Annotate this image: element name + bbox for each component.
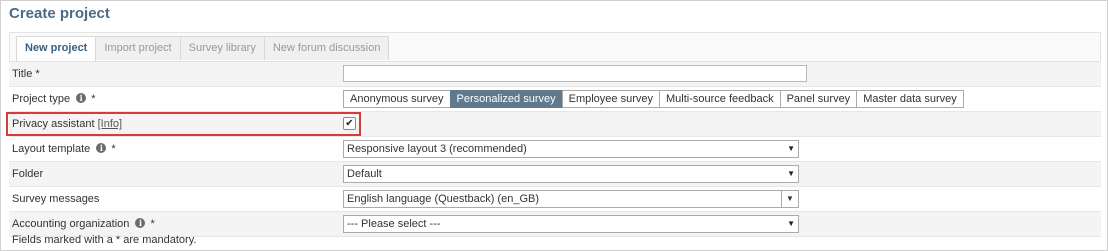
- title-label: Title *: [12, 68, 40, 80]
- title-input[interactable]: [343, 65, 807, 82]
- tabs: New project Import project Survey librar…: [16, 36, 390, 61]
- privacy-assistant-label-wrap: Privacy assistant [Info]: [12, 112, 122, 136]
- chevron-down-icon: ▼: [787, 144, 795, 153]
- tab-new-project[interactable]: New project: [16, 36, 97, 61]
- required-marker: *: [111, 143, 116, 155]
- tab-new-forum-discussion[interactable]: New forum discussion: [264, 36, 390, 60]
- required-marker: *: [91, 93, 96, 105]
- accounting-organization-label-wrap: Accounting organization i *: [12, 212, 155, 236]
- privacy-info-link[interactable]: [Info]: [98, 118, 122, 130]
- privacy-assistant-row: Privacy assistant [Info] ✔: [9, 112, 1101, 137]
- tab-survey-library[interactable]: Survey library: [180, 36, 265, 60]
- accounting-organization-label: Accounting organization: [12, 218, 130, 230]
- project-form: Title * Project type i * Anonymous surve…: [9, 62, 1101, 237]
- survey-messages-row: Survey messages English language (Questb…: [9, 187, 1101, 212]
- folder-label: Folder: [12, 168, 44, 180]
- folder-row: Folder Default ▼: [9, 162, 1101, 187]
- project-type-master-data-survey[interactable]: Master data survey: [856, 90, 964, 108]
- project-type-label: Project type: [12, 93, 71, 105]
- accounting-organization-select[interactable]: --- Please select --- ▼: [343, 215, 799, 233]
- chevron-down-icon[interactable]: ▼: [781, 191, 798, 207]
- project-type-label-wrap: Project type i *: [12, 87, 96, 111]
- folder-select[interactable]: Default ▼: [343, 165, 799, 183]
- privacy-assistant-checkbox[interactable]: ✔: [343, 117, 356, 130]
- layout-template-value: Responsive layout 3 (recommended): [347, 143, 527, 155]
- info-icon[interactable]: i: [76, 93, 87, 104]
- layout-template-select[interactable]: Responsive layout 3 (recommended) ▼: [343, 140, 799, 158]
- check-icon: ✔: [345, 118, 354, 129]
- project-type-personalized-survey[interactable]: Personalized survey: [449, 90, 563, 108]
- tab-bar: New project Import project Survey librar…: [9, 32, 1101, 62]
- folder-value: Default: [347, 168, 382, 180]
- project-type-anonymous-survey[interactable]: Anonymous survey: [343, 90, 451, 108]
- project-type-panel-survey[interactable]: Panel survey: [779, 90, 858, 108]
- survey-messages-select[interactable]: English language (Questback) (en_GB) ▼: [343, 190, 799, 208]
- accounting-organization-value: --- Please select ---: [347, 218, 441, 230]
- project-type-multi-source-feedback[interactable]: Multi-source feedback: [658, 90, 781, 108]
- title-row: Title *: [9, 62, 1101, 87]
- project-type-selector: Anonymous survey Personalized survey Emp…: [343, 90, 964, 108]
- project-type-row: Project type i * Anonymous survey Person…: [9, 87, 1101, 112]
- info-icon[interactable]: i: [135, 218, 146, 229]
- layout-template-label-wrap: Layout template i *: [12, 137, 116, 161]
- project-type-employee-survey[interactable]: Employee survey: [561, 90, 660, 108]
- chevron-down-icon: ▼: [787, 169, 795, 178]
- chevron-down-icon: ▼: [787, 219, 795, 228]
- info-icon[interactable]: i: [96, 143, 107, 154]
- mandatory-note: Fields marked with a * are mandatory.: [12, 234, 197, 246]
- layout-template-label: Layout template: [12, 143, 91, 155]
- create-project-panel: Create project New project Import projec…: [0, 0, 1108, 251]
- page-title: Create project: [9, 5, 110, 22]
- required-marker: *: [150, 218, 155, 230]
- privacy-assistant-label: Privacy assistant: [12, 118, 95, 130]
- survey-messages-label: Survey messages: [12, 193, 100, 205]
- tab-import-project[interactable]: Import project: [96, 36, 181, 60]
- layout-template-row: Layout template i * Responsive layout 3 …: [9, 137, 1101, 162]
- survey-messages-value: English language (Questback) (en_GB): [347, 193, 539, 205]
